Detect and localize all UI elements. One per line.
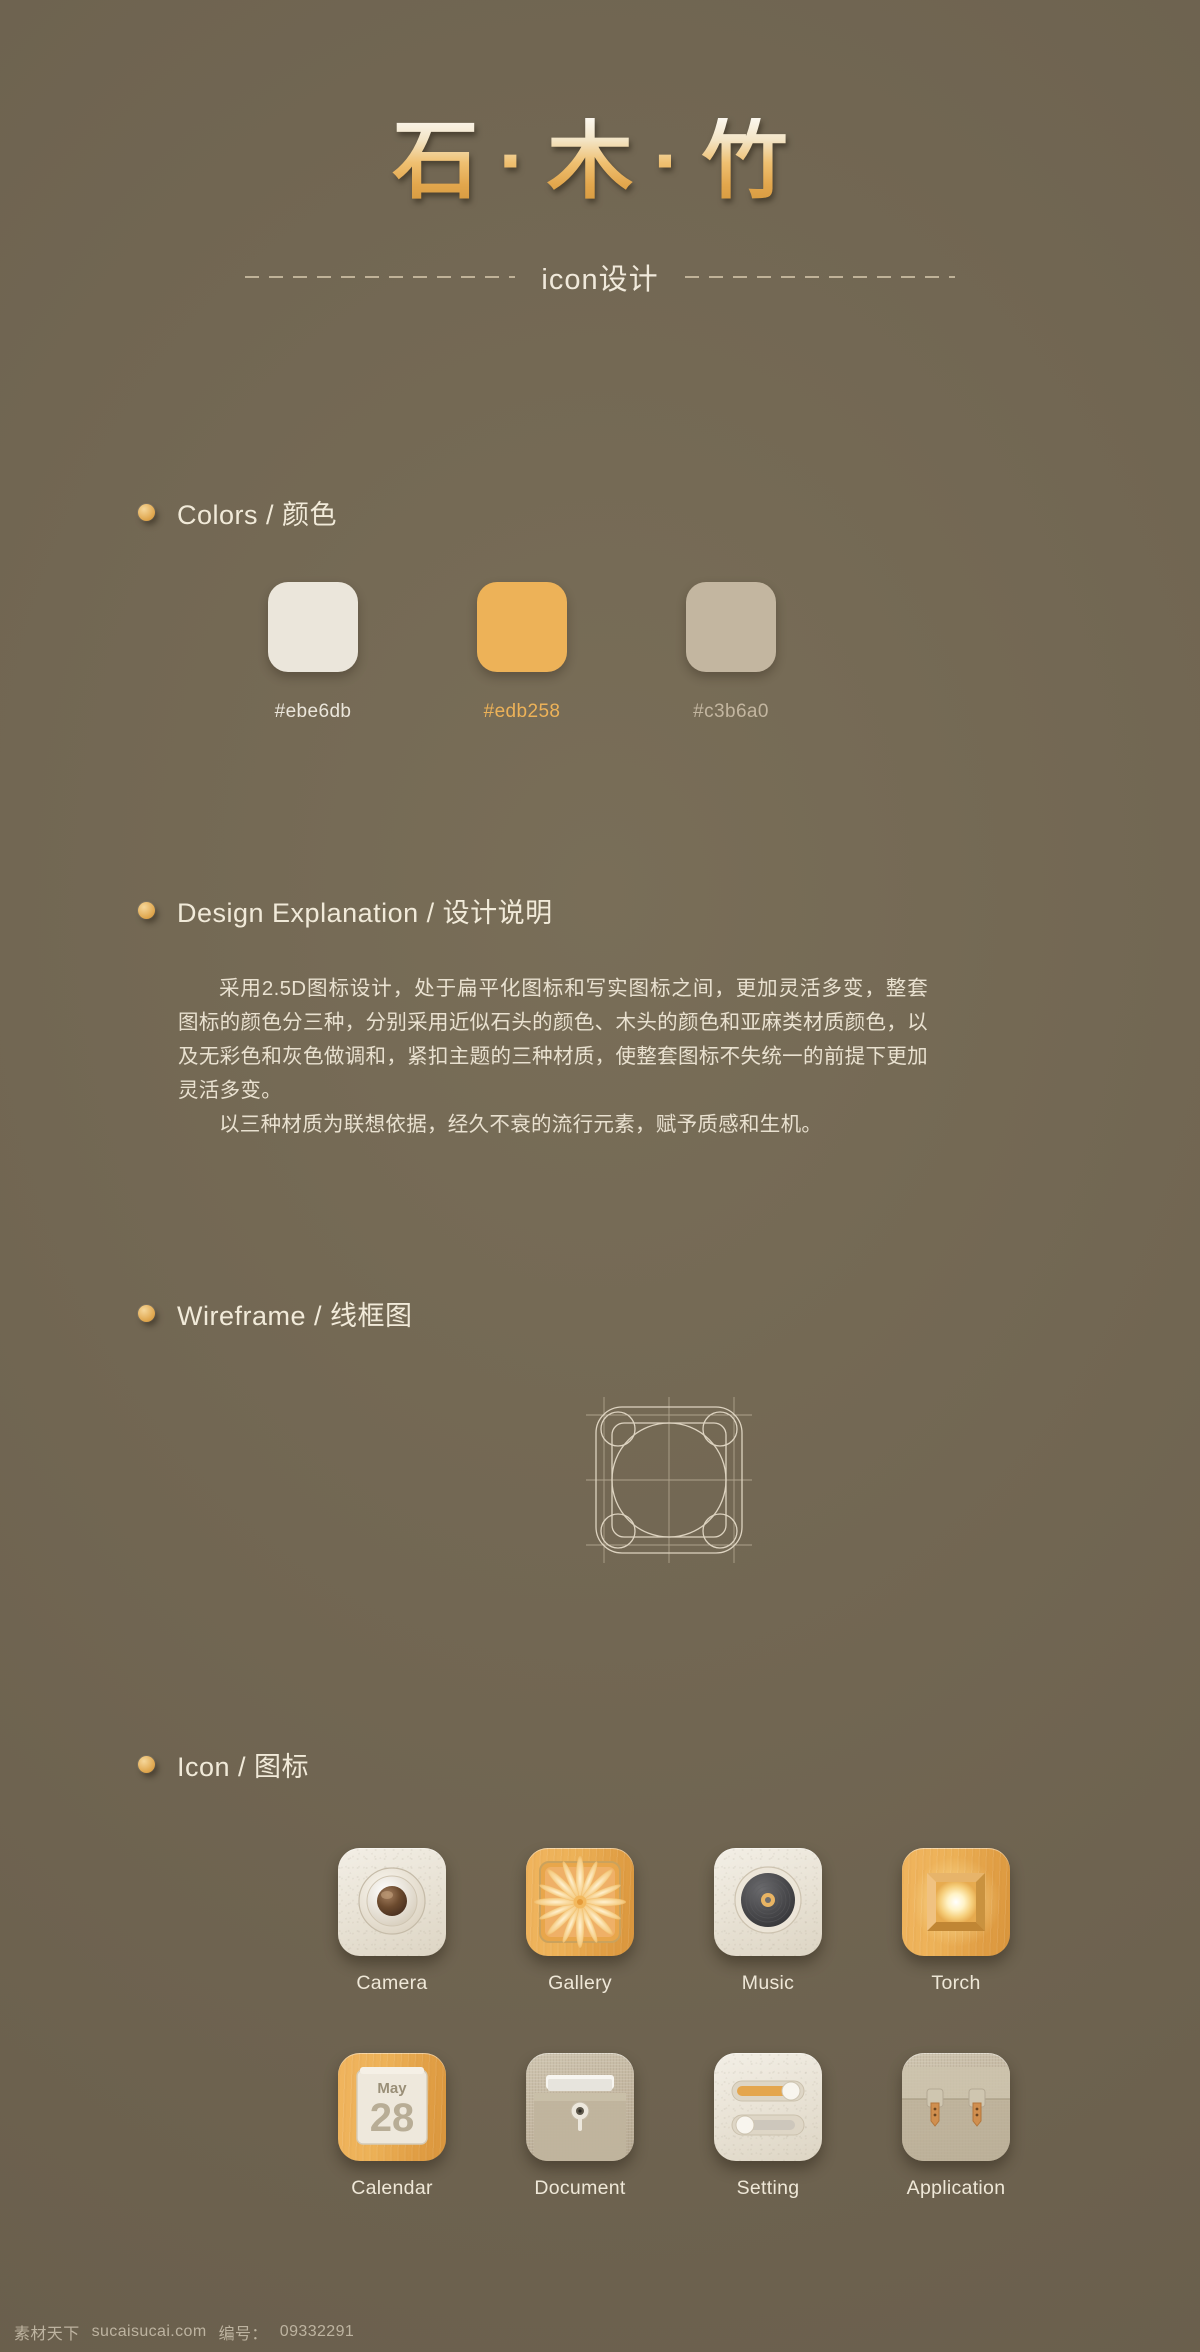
color-swatch-label: #c3b6a0 <box>693 701 769 722</box>
explanation-paragraph: 以三种材质为联想依据，经久不衰的流行元素，赋予质感和生机。 <box>219 1113 823 1136</box>
toggle-sliders-icon <box>731 2080 805 2136</box>
bullet-dot-icon <box>138 1305 155 1322</box>
explanation-section-title: Design Explanation / 设计说明 <box>177 898 553 928</box>
icon-label-camera: Camera <box>356 1972 428 1994</box>
application-tile[interactable] <box>902 2053 1010 2161</box>
wireframe-section-title: Wireframe / 线框图 <box>177 1301 413 1331</box>
subtitle-row: icon设计 <box>0 256 1200 298</box>
watermark-site-url: sucaisucai.com <box>91 2323 207 2340</box>
document-tile[interactable] <box>526 2053 634 2161</box>
page-subtitle: icon设计 <box>541 264 659 296</box>
setting-tile[interactable] <box>714 2053 822 2161</box>
icon-cell-document[interactable]: Document <box>505 2053 655 2200</box>
wireframe-grid-diagram <box>586 1397 752 1563</box>
watermark-bar: 素材天下 sucaisucai.com 编号： 09332291 <box>0 2312 1200 2352</box>
color-swatch[interactable] <box>686 582 776 672</box>
calendar-page-icon: May 28 <box>356 2067 428 2145</box>
explanation-section-heading: Design Explanation / 设计说明 <box>138 891 1200 930</box>
hero-header: 石·木·竹 icon设计 <box>0 0 1200 298</box>
music-tile[interactable] <box>714 1848 822 1956</box>
icon-cell-music[interactable]: Music <box>693 1848 843 1995</box>
wireframe-diagram-stage <box>138 1385 1200 1575</box>
color-swatch-cell: #c3b6a0 <box>686 582 776 723</box>
wireframe-section: Wireframe / 线框图 <box>0 1294 1200 1575</box>
wireframe-section-heading: Wireframe / 线框图 <box>138 1294 1200 1333</box>
camera-tile[interactable] <box>338 1848 446 1956</box>
color-swatch-cell: #edb258 <box>477 582 567 723</box>
torch-tile[interactable] <box>902 1848 1010 1956</box>
icon-cell-gallery[interactable]: Gallery <box>505 1848 655 1995</box>
icon-label-gallery: Gallery <box>548 1972 612 1994</box>
bullet-dot-icon <box>138 504 155 521</box>
color-swatch-row: #ebe6db #edb258 #c3b6a0 <box>138 582 1200 723</box>
page-title: 石·木·竹 <box>392 113 808 209</box>
dashed-rule-right <box>684 276 955 278</box>
icon-label-music: Music <box>741 1972 795 1994</box>
color-swatch-label: #ebe6db <box>274 701 352 722</box>
briefcase-icon <box>902 2067 1010 2161</box>
icons-section: Icon / 图标 Camera Gallery Music Torch May… <box>0 1745 1200 2200</box>
calendar-tile[interactable]: May 28 <box>338 2053 446 2161</box>
colors-section: Colors / 颜色 #ebe6db #edb258 #c3b6a0 <box>0 493 1200 723</box>
glowing-frame-icon <box>911 1857 1001 1947</box>
watermark-site-cn: 素材天下 <box>14 2326 80 2343</box>
icon-label-torch: Torch <box>931 1972 981 1994</box>
colors-section-title: Colors / 颜色 <box>177 500 338 530</box>
folder-lock-icon <box>534 2075 626 2161</box>
watermark-id-value: 09332291 <box>279 2323 355 2340</box>
watermark-id-label: 编号： <box>218 2326 268 2343</box>
icon-label-application: Application <box>906 2177 1006 2199</box>
bullet-dot-icon <box>138 902 155 919</box>
colors-section-heading: Colors / 颜色 <box>138 493 1200 532</box>
icons-section-title: Icon / 图标 <box>177 1752 310 1782</box>
bullet-dot-icon <box>138 1756 155 1773</box>
color-swatch[interactable] <box>477 582 567 672</box>
icon-grid: Camera Gallery Music Torch May 28 Calend… <box>138 1848 1200 2200</box>
icons-section-heading: Icon / 图标 <box>138 1745 1200 1784</box>
explanation-paragraph: 采用2.5D图标设计，处于扁平化图标和写实图标之间，更加灵活多变，整套图标的颜色… <box>178 977 928 1102</box>
explanation-body: 采用2.5D图标设计，处于扁平化图标和写实图标之间，更加灵活多变，整套图标的颜色… <box>138 972 928 1142</box>
icon-label-calendar: Calendar <box>351 2177 433 2199</box>
vinyl-record-icon <box>734 1866 802 1934</box>
icon-label-setting: Setting <box>736 2177 800 2199</box>
icon-cell-calendar[interactable]: May 28 Calendar <box>317 2053 467 2200</box>
icon-cell-application[interactable]: Application <box>881 2053 1031 2200</box>
calendar-month-text: May <box>377 2080 407 2097</box>
color-swatch[interactable] <box>268 582 358 672</box>
color-swatch-cell: #ebe6db <box>268 582 358 723</box>
explanation-section: Design Explanation / 设计说明 采用2.5D图标设计，处于扁… <box>0 891 1200 1142</box>
icon-cell-torch[interactable]: Torch <box>881 1848 1031 1995</box>
icon-cell-camera[interactable]: Camera <box>317 1848 467 1995</box>
icon-cell-setting[interactable]: Setting <box>693 2053 843 2200</box>
color-swatch-label: #edb258 <box>483 701 561 722</box>
dashed-rule-left <box>245 276 516 278</box>
flower-photo-icon <box>534 1856 626 1948</box>
camera-lens-icon <box>358 1867 426 1935</box>
gallery-tile[interactable] <box>526 1848 634 1956</box>
calendar-day-text: 28 <box>370 2096 415 2140</box>
icon-label-document: Document <box>534 2177 626 2199</box>
